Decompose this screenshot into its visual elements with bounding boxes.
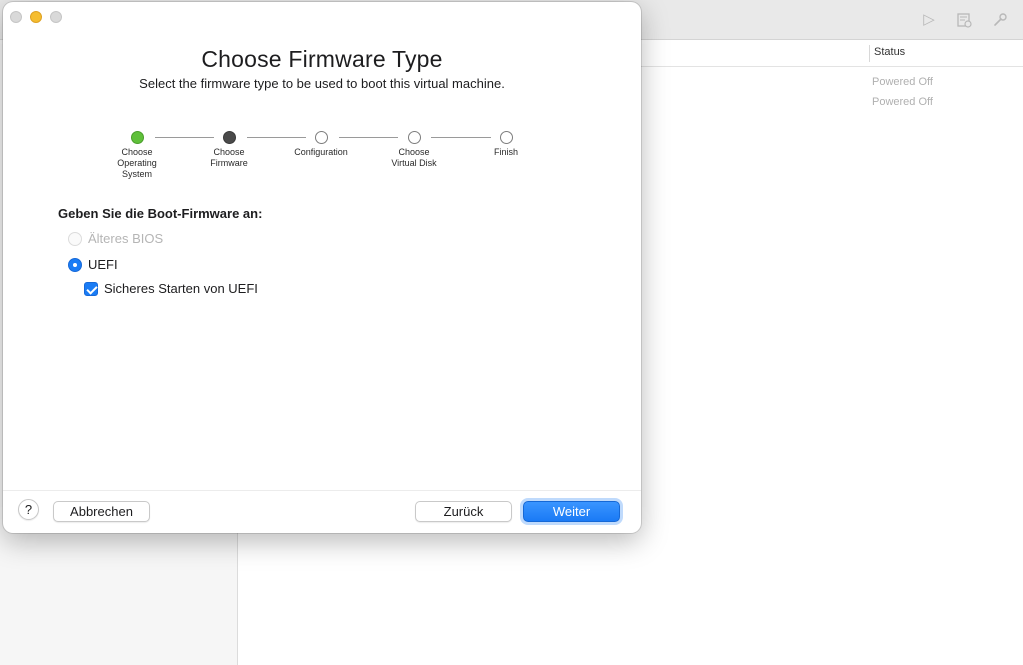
- uefi-radio-row[interactable]: UEFI: [68, 257, 118, 272]
- step-dot-done: [131, 131, 144, 144]
- step-dot-pending: [500, 131, 513, 144]
- footer-divider: [3, 490, 641, 491]
- legacy-bios-radio: [68, 231, 82, 246]
- secure-boot-checkbox-row[interactable]: Sicheres Starten von UEFI: [84, 281, 258, 296]
- step-dot-pending: [315, 131, 328, 144]
- uefi-radio[interactable]: [68, 257, 82, 272]
- legacy-bios-radio-row: Älteres BIOS: [68, 231, 163, 246]
- firmware-section-heading: Geben Sie die Boot-Firmware an:: [58, 206, 263, 221]
- close-window-icon[interactable]: [10, 11, 22, 23]
- step-dot-current: [223, 131, 236, 144]
- secure-boot-checkbox[interactable]: [84, 281, 98, 296]
- step-label-operating-system: Choose Operating System: [117, 147, 157, 179]
- back-button[interactable]: Zurück: [415, 501, 512, 522]
- step-connector: [431, 137, 491, 138]
- zoom-window-icon[interactable]: [50, 11, 62, 23]
- secure-boot-label[interactable]: Sicheres Starten von UEFI: [104, 281, 258, 296]
- next-button[interactable]: Weiter: [523, 501, 620, 522]
- table-row-status[interactable]: Powered Off: [872, 76, 933, 88]
- cancel-button[interactable]: Abbrechen: [53, 501, 150, 522]
- page-title: Choose Firmware Type: [201, 46, 443, 72]
- help-button[interactable]: ?: [18, 499, 39, 520]
- snapshot-icon[interactable]: [953, 9, 975, 31]
- step-connector: [155, 137, 214, 138]
- step-connector: [247, 137, 306, 138]
- play-icon[interactable]: ▷: [918, 9, 940, 31]
- minimize-window-icon[interactable]: [30, 11, 42, 23]
- step-dot-pending: [408, 131, 421, 144]
- page-subtitle: Select the firmware type to be used to b…: [139, 76, 505, 91]
- new-vm-assistant-dialog: Choose Firmware Type Select the firmware…: [3, 2, 641, 533]
- column-divider[interactable]: [869, 45, 870, 62]
- column-header-status[interactable]: Status: [874, 46, 905, 58]
- step-label-configuration: Configuration: [294, 147, 348, 157]
- uefi-label[interactable]: UEFI: [88, 257, 118, 272]
- wrench-icon[interactable]: [989, 9, 1011, 31]
- step-connector: [339, 137, 398, 138]
- step-label-firmware: Choose Firmware: [210, 147, 248, 168]
- table-row-status[interactable]: Powered Off: [872, 96, 933, 108]
- step-label-virtual-disk: Choose Virtual Disk: [391, 147, 437, 168]
- step-label-finish: Finish: [493, 147, 518, 157]
- legacy-bios-label: Älteres BIOS: [88, 231, 164, 246]
